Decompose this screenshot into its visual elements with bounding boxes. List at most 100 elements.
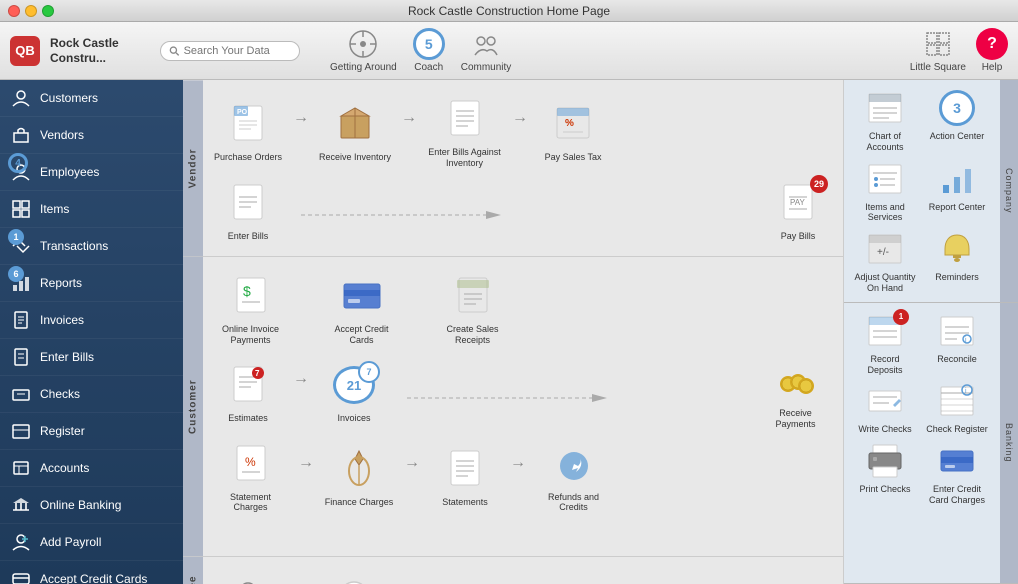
little-square-icon bbox=[922, 28, 954, 60]
company-section: Chart of Accounts 3 Action Center bbox=[844, 80, 1018, 303]
sidebar-item-employees[interactable]: 4 Employees bbox=[0, 154, 183, 191]
maximize-button[interactable] bbox=[42, 5, 54, 17]
sidebar-item-accounts[interactable]: Accounts bbox=[0, 450, 183, 487]
checks-icon bbox=[10, 383, 32, 405]
close-button[interactable] bbox=[8, 5, 20, 17]
sidebar-item-invoices[interactable]: Invoices bbox=[0, 302, 183, 339]
arrow-3: → bbox=[512, 109, 528, 127]
nav-community[interactable]: Community bbox=[461, 28, 512, 73]
finance-charges-item[interactable]: Finance Charges bbox=[324, 445, 394, 508]
transactions-badge: 1 bbox=[8, 229, 24, 245]
refunds-credits-item[interactable]: Refunds and Credits bbox=[536, 440, 611, 514]
sidebar-item-customers[interactable]: Customers bbox=[0, 80, 183, 117]
help-button[interactable]: ? Help bbox=[976, 28, 1008, 73]
chart-accounts-item[interactable]: Chart of Accounts bbox=[852, 88, 918, 153]
title-bar: Rock Castle Construction Home Page bbox=[0, 0, 1018, 22]
enter-credit-card-item[interactable]: Enter Credit Card Charges bbox=[924, 441, 990, 506]
banking-section: 1 Record Deposits i bbox=[844, 303, 1018, 584]
statements-item[interactable]: Statements bbox=[430, 445, 500, 508]
invoices-circle-item[interactable]: 21 7 Invoices bbox=[319, 361, 389, 424]
svg-text:PO: PO bbox=[237, 109, 248, 116]
record-deposits-item[interactable]: 1 Record Deposits bbox=[852, 311, 918, 376]
pay-sales-tax-label: Pay Sales Tax bbox=[545, 152, 602, 163]
toolbar: QB Rock Castle Constru... bbox=[0, 22, 1018, 80]
statement-charges-item[interactable]: % Statement Charges bbox=[213, 440, 288, 514]
receive-payments-item[interactable]: Receive Payments bbox=[758, 356, 833, 430]
enter-bills-item[interactable]: Enter Bills bbox=[213, 179, 283, 242]
sidebar-item-reports[interactable]: 6 Reports bbox=[0, 265, 183, 302]
invoices-number: 21 7 bbox=[333, 366, 375, 404]
refunds-credits-label: Refunds and Credits bbox=[536, 492, 611, 514]
reconcile-item[interactable]: i Reconcile bbox=[924, 311, 990, 376]
write-checks-item[interactable]: Write Checks bbox=[852, 381, 918, 435]
nav-coach[interactable]: 5 Coach bbox=[413, 28, 445, 73]
pay-bills-item[interactable]: PAY 29 Pay Bills bbox=[763, 179, 833, 242]
employee-label: Employee bbox=[183, 557, 203, 584]
pay-bills-label: Pay Bills bbox=[781, 231, 816, 242]
reconcile-label: Reconcile bbox=[937, 354, 977, 365]
sidebar-item-register[interactable]: Register bbox=[0, 413, 183, 450]
statement-charges-icon: % bbox=[225, 440, 277, 488]
action-center-item[interactable]: 3 Action Center bbox=[924, 88, 990, 153]
turn-on-payroll-item[interactable]: Turn on Payroll bbox=[213, 572, 283, 584]
receive-inventory-item[interactable]: Receive Inventory bbox=[319, 100, 391, 163]
reminders-label: Reminders bbox=[935, 272, 979, 283]
check-register-item[interactable]: i Check Register bbox=[924, 381, 990, 435]
sidebar-item-enter-bills[interactable]: Enter Bills bbox=[0, 339, 183, 376]
arrow-1: → bbox=[293, 109, 309, 127]
enter-time-item[interactable]: Enter Time bbox=[319, 572, 389, 584]
action-center-icon: 3 bbox=[935, 88, 979, 128]
employee-section: Employee Turn on Payroll bbox=[183, 557, 843, 584]
customer-row-3: % Statement Charges → bbox=[213, 440, 833, 514]
add-payroll-label: Add Payroll bbox=[40, 535, 101, 549]
estimates-icon: 7 bbox=[222, 361, 274, 409]
banking-grid: 1 Record Deposits i bbox=[852, 311, 1010, 506]
customer-label: Customer bbox=[183, 257, 203, 556]
purchase-orders-item[interactable]: PO Purchase Orders bbox=[213, 100, 283, 163]
enter-bills-inv-item[interactable]: Enter Bills Against Inventory bbox=[427, 95, 502, 169]
customer-section: Customer $ Online Invoice Payments bbox=[183, 257, 843, 557]
customer-content: $ Online Invoice Payments → bbox=[203, 257, 843, 556]
sidebar-item-online-banking[interactable]: Online Banking bbox=[0, 487, 183, 524]
write-checks-label: Write Checks bbox=[858, 424, 911, 435]
reconcile-icon: i bbox=[935, 311, 979, 351]
sidebar-item-add-payroll[interactable]: Add Payroll bbox=[0, 524, 183, 561]
window-title: Rock Castle Construction Home Page bbox=[408, 4, 610, 18]
search-input[interactable] bbox=[184, 45, 291, 57]
vendor-row-1: PO Purchase Orders → bbox=[213, 95, 833, 169]
nav-getting-around[interactable]: Getting Around bbox=[330, 28, 397, 73]
reports-badge: 6 bbox=[8, 266, 24, 282]
items-label: Items bbox=[40, 202, 69, 216]
online-invoice-payments-item[interactable]: $ Online Invoice Payments bbox=[213, 272, 288, 346]
help-label: Help bbox=[982, 62, 1003, 73]
accept-cc-wf-label: Accept Credit Cards bbox=[324, 324, 399, 346]
sidebar-item-checks[interactable]: Checks bbox=[0, 376, 183, 413]
minimize-button[interactable] bbox=[25, 5, 37, 17]
accept-credit-cards-item[interactable]: Accept Credit Cards bbox=[324, 272, 399, 346]
sidebar-item-transactions[interactable]: 1 Transactions bbox=[0, 228, 183, 265]
search-box[interactable] bbox=[160, 41, 300, 61]
estimates-item[interactable]: 7 Estimates bbox=[213, 361, 283, 424]
sidebar-item-items[interactable]: Items bbox=[0, 191, 183, 228]
adjust-quantity-item[interactable]: +/- Adjust Quantity On Hand bbox=[852, 229, 918, 294]
getting-around-icon bbox=[347, 28, 379, 60]
vendor-label: Vendor bbox=[183, 80, 203, 256]
create-sales-receipts-item[interactable]: Create Sales Receipts bbox=[435, 272, 510, 346]
sidebar-item-accept-cc[interactable]: Accept Credit Cards bbox=[0, 561, 183, 584]
report-center-item[interactable]: Report Center bbox=[924, 159, 990, 224]
check-register-label: Check Register bbox=[926, 424, 988, 435]
employee-content: Turn on Payroll → Enter Time bbox=[203, 557, 843, 584]
svg-text:PAY: PAY bbox=[790, 198, 805, 207]
arrow-2: → bbox=[401, 109, 417, 127]
little-square-button[interactable]: Little Square bbox=[910, 28, 966, 73]
print-checks-item[interactable]: Print Checks bbox=[852, 441, 918, 506]
action-center-label: Action Center bbox=[930, 131, 985, 142]
adjust-quantity-label: Adjust Quantity On Hand bbox=[852, 272, 918, 294]
employees-icon: 4 bbox=[10, 161, 32, 183]
reports-label: Reports bbox=[40, 276, 82, 290]
items-services-item[interactable]: Items and Services bbox=[852, 159, 918, 224]
arrow-9: → bbox=[510, 454, 526, 472]
sidebar-item-vendors[interactable]: Vendors bbox=[0, 117, 183, 154]
pay-sales-tax-item[interactable]: % Pay Sales Tax bbox=[538, 100, 608, 163]
reminders-item[interactable]: Reminders bbox=[924, 229, 990, 294]
